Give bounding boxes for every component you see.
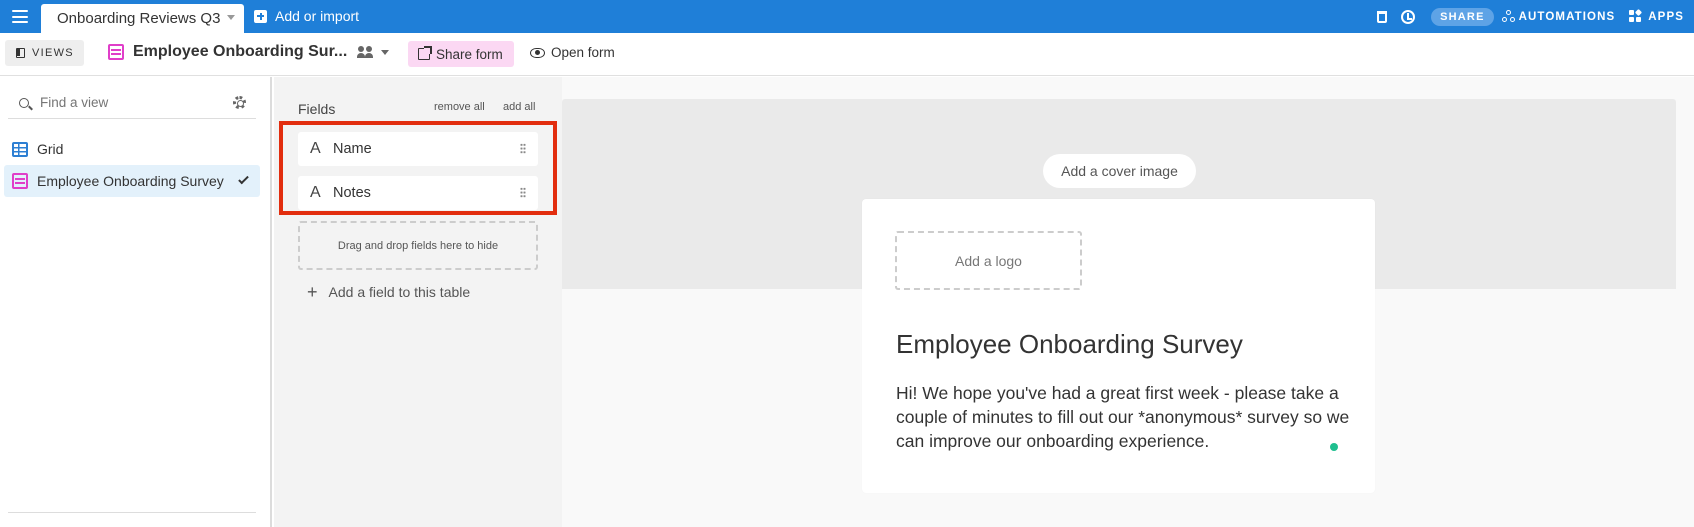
share-button[interactable]: SHARE <box>1431 7 1494 26</box>
automations-button[interactable]: AUTOMATIONS <box>1501 10 1616 23</box>
form-card: Add a logo Employee Onboarding Survey Hi… <box>862 199 1375 493</box>
add-logo-button[interactable]: Add a logo <box>895 231 1082 290</box>
add-import-button[interactable]: Add or import <box>254 8 359 24</box>
base-tab[interactable]: Onboarding Reviews Q3 <box>41 4 244 33</box>
add-field-label: Add a field to this table <box>328 284 471 300</box>
form-icon <box>12 173 28 189</box>
trash-icon[interactable] <box>1377 10 1388 23</box>
form-icon <box>108 44 124 60</box>
remove-all-link[interactable]: remove all <box>434 101 485 113</box>
apps-icon <box>1629 8 1643 24</box>
view-title-text: Employee Onboarding Sur... <box>133 43 348 60</box>
automations-icon <box>1501 10 1516 23</box>
add-cover-image-button[interactable]: Add a cover image <box>1043 154 1196 188</box>
add-import-label: Add or import <box>275 8 360 24</box>
top-right-actions: SHARE AUTOMATIONS APPS <box>1377 0 1694 33</box>
hidden-fields-drop-zone[interactable]: Drag and drop fields here to hide <box>298 221 538 270</box>
find-view-box <box>8 87 256 119</box>
form-canvas: Add a cover image Add a logo Employee On… <box>562 77 1694 527</box>
find-view-input[interactable] <box>40 95 220 110</box>
sidebar-item-grid[interactable]: Grid <box>4 133 260 165</box>
plus-icon: + <box>307 282 318 302</box>
views-label: VIEWS <box>32 47 74 59</box>
history-icon[interactable] <box>1401 9 1416 24</box>
view-title[interactable]: Employee Onboarding Sur... <box>108 43 390 61</box>
sidebar-item-label: Employee Onboarding Survey <box>37 173 224 189</box>
chevron-down-icon[interactable] <box>381 49 390 55</box>
views-toggle-button[interactable]: VIEWS <box>5 40 84 66</box>
search-icon <box>19 97 29 108</box>
gear-icon[interactable] <box>233 96 246 109</box>
check-icon <box>238 173 249 185</box>
fields-panel: Fields remove all add all A Name A Notes… <box>274 77 562 527</box>
automations-label: AUTOMATIONS <box>1518 10 1616 23</box>
external-link-icon <box>418 46 432 60</box>
add-all-link[interactable]: add all <box>503 101 535 113</box>
form-description[interactable]: Hi! We hope you've had a great first wee… <box>896 381 1356 453</box>
sidebar-icon <box>16 48 25 58</box>
share-form-label: Share form <box>436 46 503 62</box>
menu-icon[interactable] <box>12 10 28 23</box>
collaborators-icon <box>357 46 374 58</box>
form-title[interactable]: Employee Onboarding Survey <box>896 329 1243 360</box>
grid-icon <box>12 141 28 157</box>
base-name: Onboarding Reviews Q3 <box>57 10 221 27</box>
apps-button[interactable]: APPS <box>1629 8 1684 24</box>
divider <box>8 512 256 513</box>
status-dot <box>1330 443 1338 451</box>
highlight-box <box>279 121 557 215</box>
share-form-button[interactable]: Share form <box>408 41 514 67</box>
open-form-button[interactable]: Open form <box>530 45 615 60</box>
view-bar: VIEWS Employee Onboarding Sur... Share f… <box>0 33 1694 76</box>
sidebar-item-label: Grid <box>37 141 64 157</box>
sidebar-item-employee-onboarding-survey[interactable]: Employee Onboarding Survey <box>4 165 260 197</box>
plus-icon <box>254 9 267 23</box>
fields-header: Fields <box>298 101 336 117</box>
chevron-down-icon[interactable] <box>227 15 235 20</box>
eye-icon <box>530 47 545 58</box>
top-bar: Onboarding Reviews Q3 Add or import SHAR… <box>0 0 1694 33</box>
views-sidebar: Grid Employee Onboarding Survey <box>0 77 272 527</box>
apps-label: APPS <box>1648 10 1684 23</box>
open-form-label: Open form <box>551 45 615 60</box>
add-field-button[interactable]: + Add a field to this table <box>307 283 470 301</box>
